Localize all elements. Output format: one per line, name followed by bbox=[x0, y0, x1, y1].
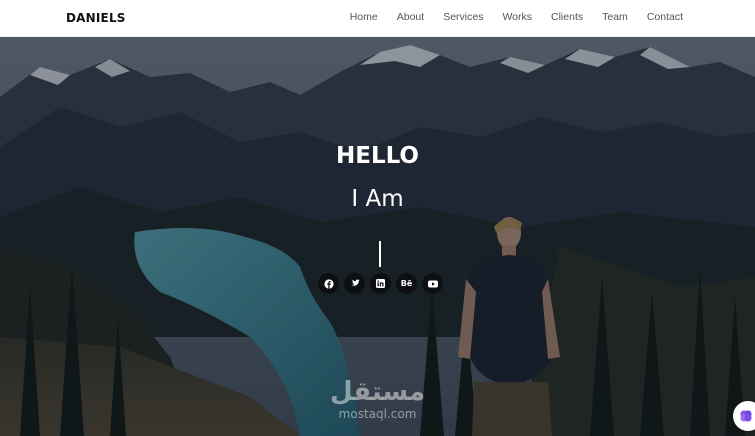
behance-link[interactable]: Bē bbox=[396, 273, 417, 294]
facebook-link[interactable] bbox=[318, 273, 339, 294]
nav-link-clients[interactable]: Clients bbox=[551, 11, 583, 23]
linkedin-link[interactable] bbox=[370, 273, 391, 294]
navbar: DANIELS Home About Services Works Client… bbox=[0, 0, 755, 37]
hero-intro: I Am bbox=[351, 186, 404, 212]
watermark-arabic-text: مستقل bbox=[330, 377, 426, 407]
main-nav: Home About Services Works Clients Team C… bbox=[331, 11, 683, 23]
nav-link-home[interactable]: Home bbox=[350, 11, 378, 23]
watermark-url: mostaql.com bbox=[338, 407, 417, 421]
nav-link-works[interactable]: Works bbox=[502, 11, 532, 23]
nav-link-team[interactable]: Team bbox=[602, 11, 628, 23]
nav-link-about[interactable]: About bbox=[397, 11, 424, 23]
youtube-icon bbox=[427, 280, 438, 287]
nav-link-services[interactable]: Services bbox=[443, 11, 483, 23]
youtube-link[interactable] bbox=[422, 273, 443, 294]
hero-section: HELLO I Am Bē مستقل mostaql.com bbox=[0, 37, 755, 436]
nav-link-contact[interactable]: Contact bbox=[647, 11, 683, 23]
brain-icon bbox=[740, 410, 752, 422]
twitter-icon bbox=[351, 279, 360, 286]
chat-widget-button[interactable] bbox=[733, 401, 755, 431]
facebook-icon bbox=[323, 278, 334, 289]
twitter-link[interactable] bbox=[344, 273, 365, 294]
behance-icon: Bē bbox=[400, 279, 413, 288]
linkedin-icon bbox=[376, 279, 385, 288]
hero-greeting: HELLO bbox=[335, 143, 419, 169]
brand-logo[interactable]: DANIELS bbox=[66, 11, 126, 25]
watermark: مستقل mostaql.com bbox=[330, 377, 425, 421]
social-links: Bē bbox=[318, 273, 448, 294]
typing-cursor bbox=[379, 241, 381, 267]
